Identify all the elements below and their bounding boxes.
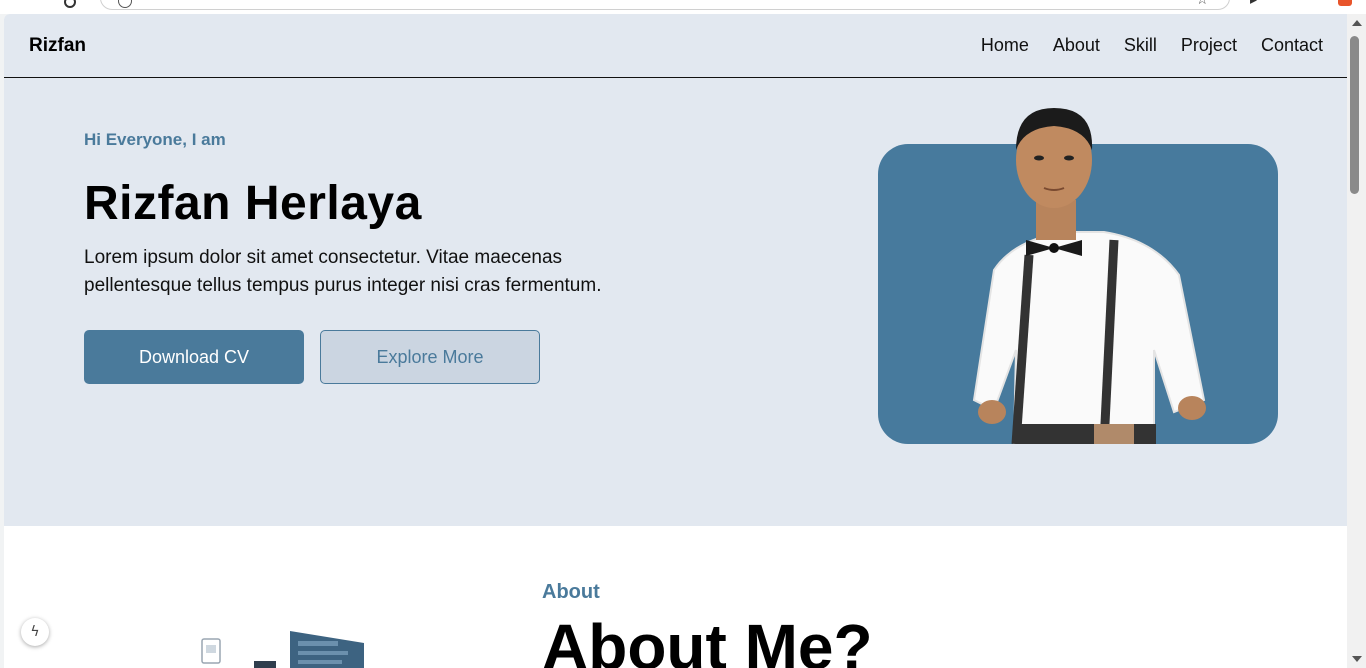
scroll-up-arrow-icon[interactable] (1352, 20, 1362, 26)
nav-link-contact[interactable]: Contact (1261, 35, 1323, 56)
nav-link-home[interactable]: Home (981, 35, 1029, 56)
reload-icon[interactable] (64, 0, 76, 8)
profile-icon[interactable] (1338, 0, 1352, 6)
scroll-down-arrow-icon[interactable] (1352, 656, 1362, 662)
about-kicker: About (542, 581, 600, 603)
browser-toolbar: ☆ ▸ (0, 0, 1366, 14)
hero-description: Lorem ipsum dolor sit amet consectetur. … (84, 247, 602, 296)
hero-section: Hi Everyone, I am Rizfan Herlaya Lorem i… (4, 78, 1347, 526)
lightning-icon[interactable]: ϟ (21, 618, 49, 646)
nav-link-skill[interactable]: Skill (1124, 35, 1157, 56)
hero-greeting: Hi Everyone, I am (84, 130, 226, 149)
address-bar[interactable] (100, 0, 1230, 10)
page-viewport: Rizfan Home About Skill Project Contact … (4, 14, 1347, 668)
nav-link-project[interactable]: Project (1181, 35, 1237, 56)
bookmark-star-icon[interactable]: ☆ (1196, 0, 1209, 8)
extensions-icon[interactable]: ▸ (1250, 0, 1257, 8)
scrollbar-thumb[interactable] (1350, 36, 1359, 194)
download-cv-button[interactable]: Download CV (84, 330, 304, 384)
explore-more-button[interactable]: Explore More (320, 330, 540, 384)
navbar: Rizfan Home About Skill Project Contact (4, 14, 1347, 78)
nav-link-about[interactable]: About (1053, 35, 1100, 56)
hero-name: Rizfan Herlaya (84, 177, 422, 230)
about-title: About Me? (542, 611, 873, 668)
nav-links: Home About Skill Project Contact (981, 35, 1323, 56)
scrollbar[interactable] (1347, 14, 1366, 668)
about-illustration (201, 631, 364, 668)
brand-logo[interactable]: Rizfan (29, 35, 86, 57)
about-section: About About Me? (4, 526, 1347, 668)
profile-photo (972, 108, 1206, 444)
